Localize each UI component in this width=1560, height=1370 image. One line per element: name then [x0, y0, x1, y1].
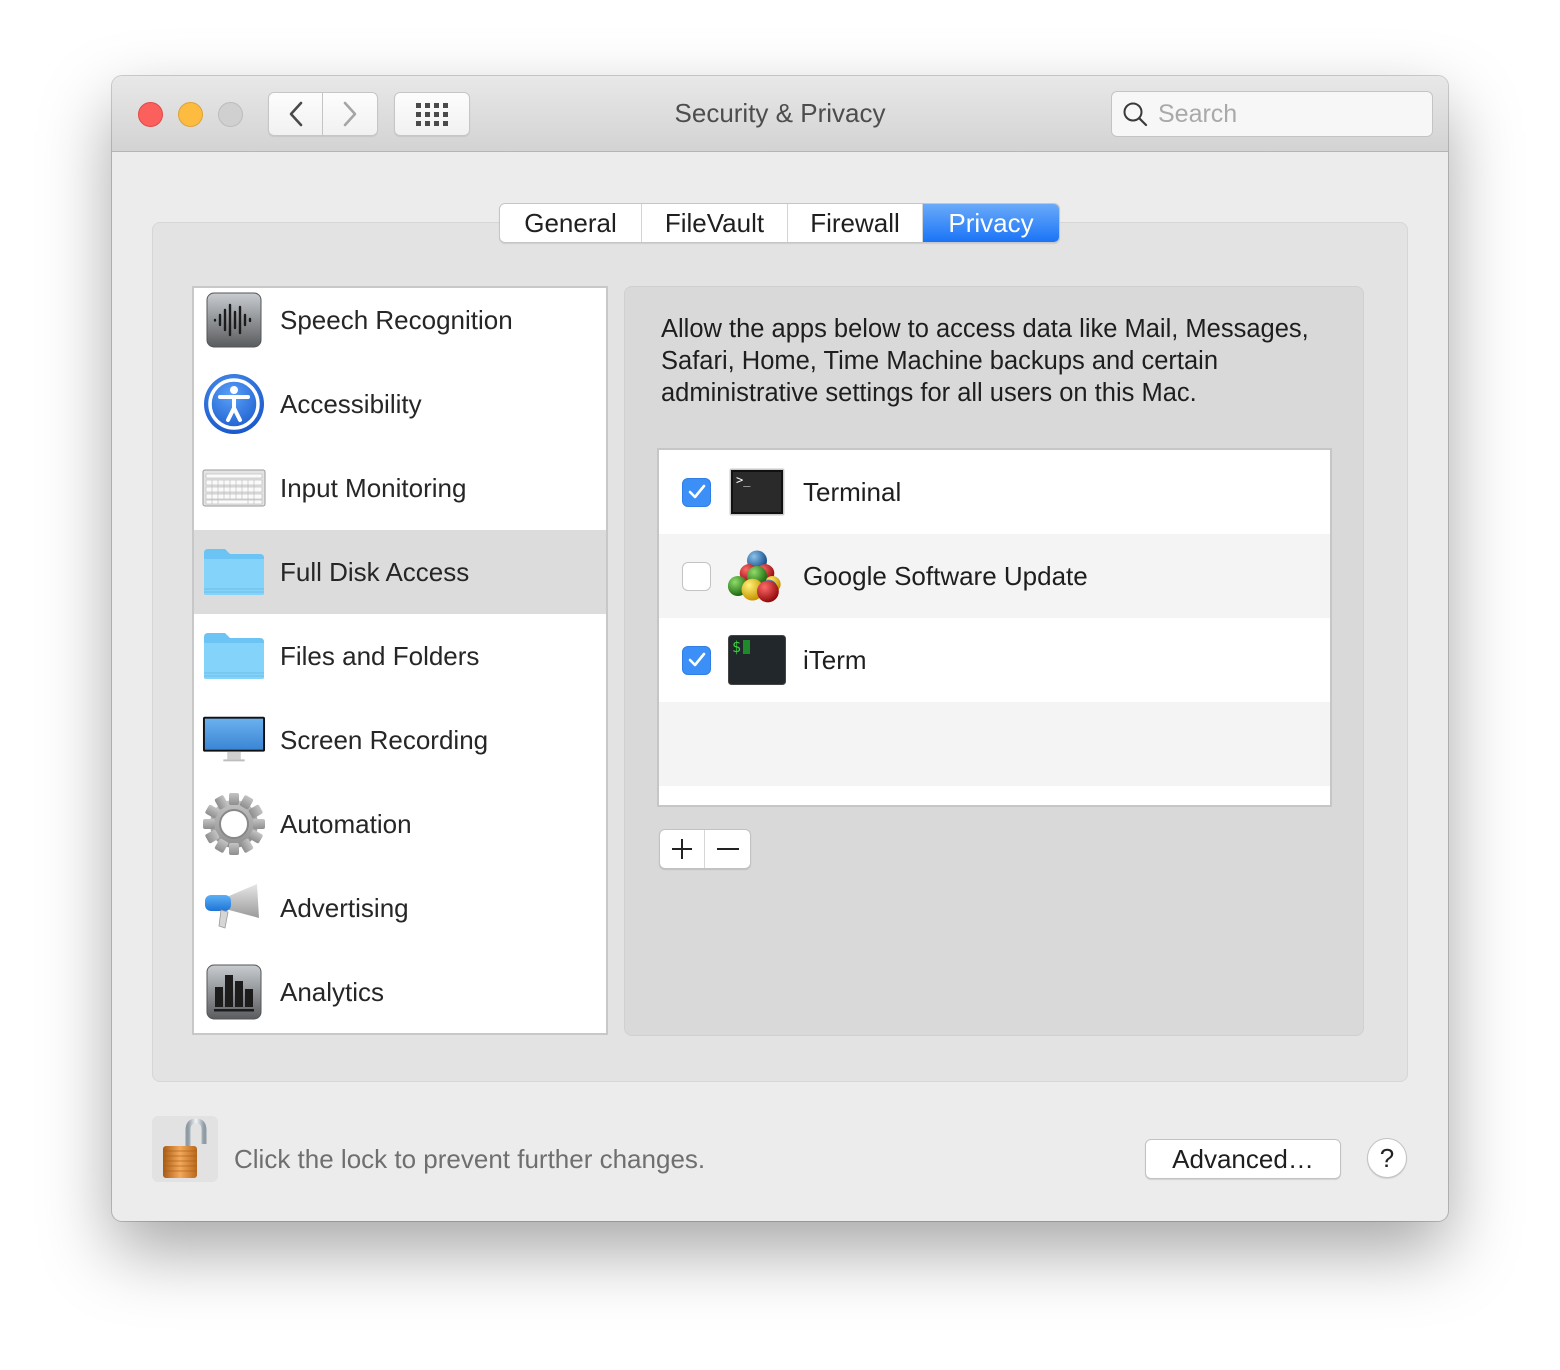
- category-automation[interactable]: Automation: [194, 782, 606, 866]
- bar-chart-icon: [202, 960, 266, 1024]
- security-privacy-window: Security & Privacy General FileVault Fir…: [112, 76, 1448, 1221]
- full-disk-access-description: Allow the apps below to access data like…: [661, 315, 1309, 407]
- lock-status-text: Click the lock to prevent further change…: [234, 1144, 706, 1174]
- category-full-disk-access[interactable]: Full Disk Access: [194, 530, 606, 614]
- app-row-terminal[interactable]: >_ Terminal: [659, 450, 1330, 534]
- unlocked-padlock-icon: [163, 1118, 207, 1178]
- category-label: Analytics: [280, 976, 385, 1007]
- category-advertising[interactable]: Advertising: [194, 866, 606, 950]
- terminal-icon: >_: [727, 462, 787, 522]
- forward-button[interactable]: [323, 92, 378, 136]
- svg-text:$: $: [732, 638, 741, 656]
- search-input[interactable]: [1158, 99, 1418, 129]
- full-disk-access-panel: Allow the apps below to access data like…: [624, 286, 1364, 1036]
- tab-filevault[interactable]: FileVault: [642, 204, 788, 242]
- app-name: iTerm: [803, 644, 867, 675]
- app-list[interactable]: >_ Terminal Google Software Update $ iTe…: [657, 448, 1332, 807]
- grid-icon: [416, 102, 448, 126]
- advanced-button[interactable]: Advanced…: [1145, 1139, 1341, 1179]
- help-button[interactable]: ?: [1367, 1138, 1407, 1178]
- keyboard-icon: [202, 456, 266, 520]
- category-label: Advertising: [280, 892, 409, 923]
- back-button[interactable]: [268, 92, 323, 136]
- category-accessibility[interactable]: Accessibility: [194, 362, 606, 446]
- app-name: Terminal: [803, 476, 902, 507]
- minimize-window-button[interactable]: [178, 102, 203, 127]
- add-app-button[interactable]: [660, 830, 706, 868]
- category-label: Speech Recognition: [280, 304, 513, 335]
- lock-button[interactable]: [152, 1116, 218, 1182]
- iterm-checkbox[interactable]: [682, 645, 711, 675]
- remove-app-button[interactable]: [705, 830, 750, 868]
- empty-row: [659, 702, 1330, 786]
- iterm-icon: $: [727, 630, 787, 690]
- category-analytics[interactable]: Analytics: [194, 950, 606, 1034]
- zoom-window-button: [218, 102, 243, 127]
- close-window-button[interactable]: [138, 102, 163, 127]
- add-remove-control: [659, 829, 751, 869]
- privacy-category-list[interactable]: Speech Recognition Accessibility Input M…: [192, 286, 608, 1035]
- app-row-iterm[interactable]: $ iTerm: [659, 618, 1330, 702]
- folder-icon: [202, 624, 266, 688]
- category-input-monitoring[interactable]: Input Monitoring: [194, 446, 606, 530]
- chevron-right-icon: [343, 101, 357, 127]
- app-row-google-software-update[interactable]: Google Software Update: [659, 534, 1330, 618]
- gear-icon: [202, 792, 266, 856]
- category-label: Input Monitoring: [280, 472, 467, 503]
- terminal-checkbox[interactable]: [682, 477, 711, 507]
- tab-bar: General FileVault Firewall Privacy: [499, 203, 1060, 243]
- chevron-left-icon: [289, 101, 302, 127]
- tab-general[interactable]: General: [500, 204, 642, 242]
- category-speech-recognition[interactable]: Speech Recognition: [194, 278, 606, 362]
- checkmark-icon: [688, 484, 705, 499]
- category-label: Accessibility: [280, 388, 422, 419]
- category-label: Screen Recording: [280, 724, 489, 755]
- category-label: Files and Folders: [280, 640, 480, 671]
- tab-privacy[interactable]: Privacy: [923, 204, 1059, 242]
- title-bar: Security & Privacy: [112, 76, 1448, 152]
- checkmark-icon: [688, 652, 705, 667]
- display-icon: [202, 708, 266, 772]
- category-label: Full Disk Access: [280, 556, 470, 587]
- category-files-and-folders[interactable]: Files and Folders: [194, 614, 606, 698]
- category-screen-recording[interactable]: Screen Recording: [194, 698, 606, 782]
- folder-icon: [202, 540, 266, 604]
- svg-text:>_: >_: [736, 473, 751, 487]
- megaphone-icon: [202, 876, 266, 940]
- accessibility-icon: [202, 372, 266, 436]
- google-software-update-checkbox[interactable]: [682, 561, 711, 591]
- google-software-update-icon: [727, 546, 787, 606]
- minus-icon: [716, 848, 739, 850]
- search-icon: [1123, 102, 1148, 127]
- plus-icon: [672, 839, 692, 859]
- search-field[interactable]: [1111, 91, 1433, 137]
- tab-firewall[interactable]: Firewall: [788, 204, 923, 242]
- category-label: Automation: [280, 808, 412, 839]
- show-all-button[interactable]: [394, 92, 470, 136]
- app-name: Google Software Update: [803, 560, 1088, 591]
- speech-waveform-icon: [202, 288, 266, 352]
